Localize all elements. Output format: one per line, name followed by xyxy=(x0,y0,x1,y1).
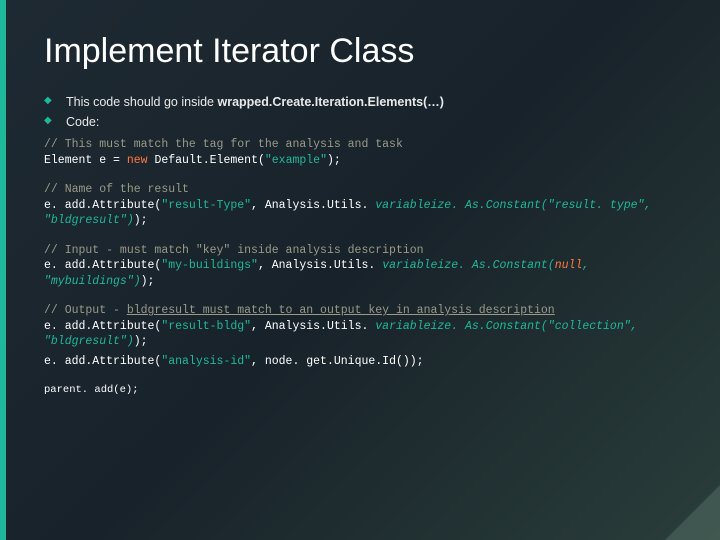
code-line: e. add.Attribute("my-buildings", Analysi… xyxy=(44,258,680,289)
code-comment: // Output - bldgresult must match to an … xyxy=(44,303,680,319)
code-line: Element e = new Default.Element("example… xyxy=(44,153,680,169)
code-string: "result-bldg" xyxy=(161,320,251,333)
code-text: ); xyxy=(141,275,155,288)
code-comment-underline: bldgresult must match to an output key i… xyxy=(127,304,555,317)
code-text: e. add.Attribute( xyxy=(44,355,161,368)
code-text: e. add.Attribute( xyxy=(44,320,161,333)
code-block: // This must match the tag for the analy… xyxy=(44,137,680,397)
code-text: ); xyxy=(134,214,148,227)
code-text: , node. get.Unique.Id()); xyxy=(251,355,424,368)
code-text: e. add.Attribute( xyxy=(44,199,161,212)
code-comment: // This must match the tag for the analy… xyxy=(44,137,680,153)
bullet-text: This code should go inside xyxy=(66,95,217,109)
code-text: ); xyxy=(134,335,148,348)
slide-content: Implement Iterator Class This code shoul… xyxy=(0,0,720,417)
code-text: ); xyxy=(327,154,341,167)
code-string: "result-Type" xyxy=(161,199,251,212)
bullet-text: Code: xyxy=(66,115,99,129)
code-text: , Analysis.Utils. xyxy=(251,199,375,212)
accent-bar xyxy=(0,0,6,540)
code-string: "example" xyxy=(265,154,327,167)
code-comment: // Name of the result xyxy=(44,182,680,198)
code-line: e. add.Attribute("result-Type", Analysis… xyxy=(44,198,680,229)
code-string: "my-buildings" xyxy=(161,259,258,272)
bullet-list: This code should go inside wrapped.Creat… xyxy=(44,95,680,129)
code-italic: variableize. As.Constant( xyxy=(382,259,555,272)
code-line: e. add.Attribute("analysis-id", node. ge… xyxy=(44,354,680,370)
code-text: e. add.Attribute( xyxy=(44,259,161,272)
code-text: Element e = xyxy=(44,154,127,167)
slide-title: Implement Iterator Class xyxy=(44,32,680,71)
code-line: parent. add(e); xyxy=(44,383,680,397)
code-text: , Analysis.Utils. xyxy=(258,259,382,272)
code-comment: // Input - must match "key" inside analy… xyxy=(44,243,680,259)
code-string: "analysis-id" xyxy=(161,355,251,368)
corner-accent xyxy=(665,485,720,540)
bullet-emph: wrapped.Create.Iteration.Elements(…) xyxy=(217,95,443,109)
code-keyword: null xyxy=(555,259,583,272)
code-text: Default.Element( xyxy=(148,154,265,167)
code-comment-text: // Output - xyxy=(44,304,127,317)
code-keyword: new xyxy=(127,154,148,167)
bullet-item: This code should go inside wrapped.Creat… xyxy=(44,95,680,109)
code-text: , Analysis.Utils. xyxy=(251,320,375,333)
bullet-item: Code: xyxy=(44,115,680,129)
code-line: e. add.Attribute("result-bldg", Analysis… xyxy=(44,319,680,350)
